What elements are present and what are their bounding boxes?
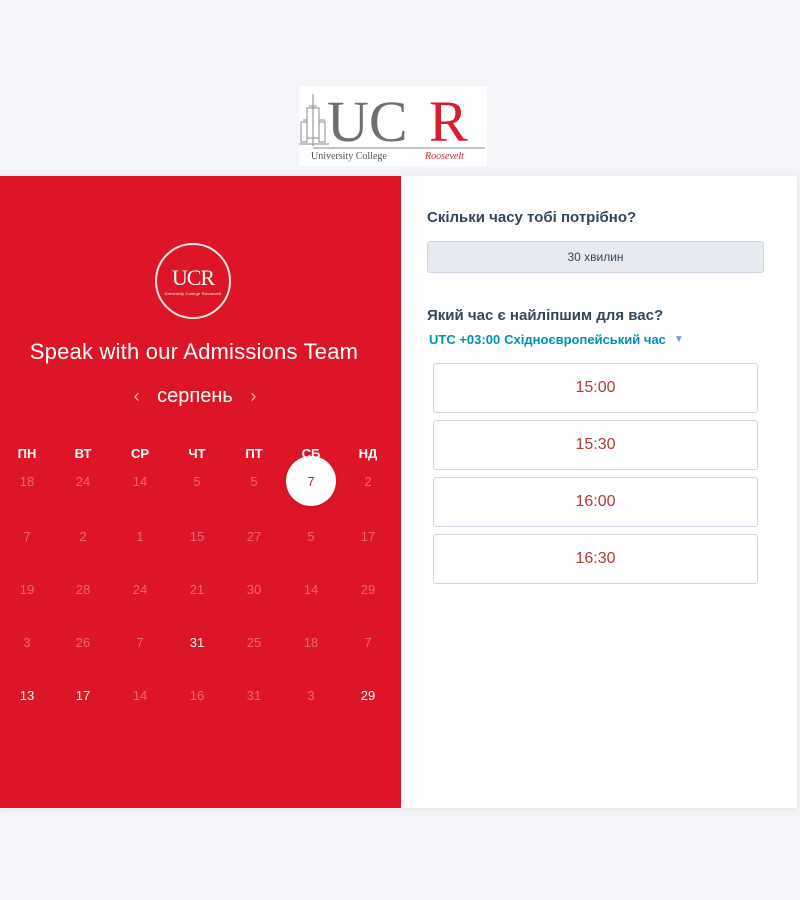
time-slot-button[interactable]: 15:00 <box>433 363 758 413</box>
badge-logo-text: UCR <box>171 264 215 290</box>
calendar-day: 7 <box>23 529 31 544</box>
calendar-day[interactable]: 31 <box>169 635 225 655</box>
timezone-name: Східноєвропейський час <box>504 332 666 347</box>
weekday-label: ПН <box>17 446 37 461</box>
selected-day[interactable]: 7 <box>286 456 336 506</box>
calendar-day: 21 <box>189 582 205 597</box>
calendar-panel: UCR University College Roosevelt Speak w… <box>0 176 401 808</box>
calendar-day: 29 <box>360 582 376 597</box>
duration-select[interactable]: 30 хвилин <box>427 241 764 273</box>
calendar-day: 2 <box>364 474 372 489</box>
month-label: серпень <box>157 385 233 407</box>
calendar-day: 1 <box>136 529 144 544</box>
calendar-day: 16 <box>189 688 205 703</box>
time-slot-button[interactable]: 15:30 <box>433 420 758 470</box>
calendar-day: 14 <box>303 582 319 597</box>
caret-down-icon: ▼ <box>673 334 684 345</box>
calendar-day[interactable]: 13 <box>0 688 55 708</box>
calendar-day: 28 <box>75 582 91 597</box>
calendar-day: 25 <box>246 635 262 650</box>
duration-question: Скільки часу тобі потрібно? <box>427 209 637 226</box>
calendar-day: 17 <box>360 529 376 544</box>
calendar-day: 27 <box>246 529 262 544</box>
calendar-day: 5 <box>193 474 201 489</box>
calendar-day: 15 <box>189 529 205 544</box>
calendar-day: 31 <box>246 688 262 703</box>
weekday-label: ЧТ <box>188 446 206 461</box>
time-slot-button[interactable]: 16:00 <box>433 477 758 527</box>
calendar-day: 3 <box>23 635 31 650</box>
badge-logo-subtitle: University College Roosevelt <box>164 290 222 296</box>
meeting-scheduler-card: UCR University College Roosevelt Speak w… <box>0 176 797 808</box>
weekday-label: НД <box>358 446 378 461</box>
calendar-day[interactable]: 17 <box>55 688 111 708</box>
calendar-title: Speak with our Admissions Team <box>29 339 359 364</box>
calendar-day: 30 <box>246 582 262 597</box>
logo-subtitle-right: Roosevelt <box>424 151 464 162</box>
calendar-day: 14 <box>132 688 148 703</box>
logo-r-text: R <box>429 89 468 154</box>
weekday-header: ПН ВТ СР ЧТ ПТ СБ НД <box>0 442 401 462</box>
time-slot-button[interactable]: 16:30 <box>433 534 758 584</box>
time-question: Який час є найліпшим для вас? <box>427 307 664 324</box>
calendar-day: 18 <box>19 474 35 489</box>
calendar-day: 5 <box>307 529 315 544</box>
ucr-logo: UC R University College Roosevelt <box>299 86 487 166</box>
booking-panel: Скільки часу тобі потрібно? 30 хвилин Як… <box>401 176 797 808</box>
month-navigation: ‹ серпень › <box>0 385 390 408</box>
calendar-day: 3 <box>307 688 315 703</box>
chevron-left-icon[interactable]: ‹ <box>122 386 152 407</box>
weekday-label: ВТ <box>74 446 92 461</box>
ucr-badge-logo: UCR University College Roosevelt <box>155 243 231 319</box>
weekday-label: ПТ <box>245 446 263 461</box>
calendar-day: 18 <box>303 635 319 650</box>
weekday-label: СР <box>130 446 150 461</box>
timezone-select[interactable]: UTC +03:00 Східноєвропейський час ▼ <box>429 332 684 347</box>
calendar-day[interactable]: 29 <box>340 688 396 708</box>
calendar-day: 7 <box>136 635 144 650</box>
logo-subtitle-left: University College <box>311 151 387 162</box>
calendar-day: 5 <box>250 474 258 489</box>
chevron-right-icon[interactable]: › <box>238 386 268 407</box>
calendar-day: 24 <box>132 582 148 597</box>
calendar-day: 19 <box>19 582 35 597</box>
calendar-day: 7 <box>364 635 372 650</box>
logo-uc-text: UC <box>327 89 408 154</box>
timezone-offset: UTC +03:00 <box>429 332 501 347</box>
calendar-day: 14 <box>132 474 148 489</box>
calendar-day: 26 <box>75 635 91 650</box>
calendar-day: 24 <box>75 474 91 489</box>
calendar-day: 2 <box>79 529 87 544</box>
duration-value: 30 хвилин <box>567 250 624 264</box>
